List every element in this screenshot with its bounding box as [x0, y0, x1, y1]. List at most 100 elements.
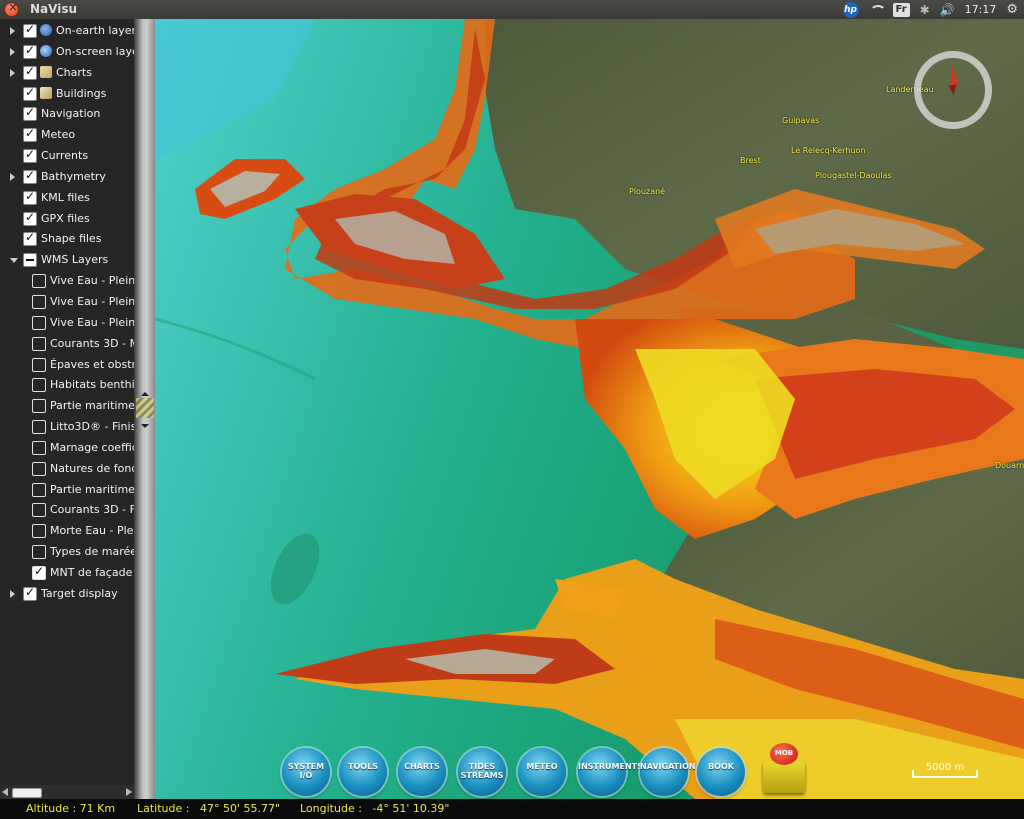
wms-layer-courants-3d-m[interactable]: Courants 3D - M: [0, 334, 134, 355]
expand-arrow-right-icon[interactable]: [10, 27, 15, 35]
layer-label: Épaves et obstr: [50, 357, 134, 371]
wms-layer-mnt-de-fa-ade[interactable]: MNT de façade: [0, 563, 134, 584]
scroll-right-arrow-icon[interactable]: [126, 788, 132, 796]
book-button[interactable]: BOOK: [697, 748, 745, 796]
splitter-collapse-down-icon[interactable]: [141, 424, 149, 428]
layer-checkbox[interactable]: [23, 585, 37, 601]
layer-checkbox[interactable]: [23, 43, 37, 59]
layer-label: Natures de fond: [50, 461, 134, 475]
splitter-collapse-up-icon[interactable]: [141, 392, 149, 396]
scroll-left-arrow-icon[interactable]: [2, 788, 8, 796]
bluetooth-icon[interactable]: ✱: [920, 3, 930, 17]
expand-arrow-right-icon[interactable]: [10, 68, 15, 77]
layer-checkbox[interactable]: [23, 105, 37, 122]
system-io-button[interactable]: SYSTEM I/O: [282, 748, 330, 796]
wms-layer-habitats-benthi[interactable]: Habitats benthi: [0, 375, 134, 396]
layer-checkbox[interactable]: [23, 85, 37, 101]
charts-button[interactable]: CHARTS: [398, 748, 446, 796]
clock[interactable]: 17:17: [965, 3, 997, 16]
wms-layer-morte-eau-ple[interactable]: Morte Eau - Ple: [0, 521, 134, 542]
tides-streams-button[interactable]: TIDES STREAMS: [458, 748, 506, 796]
wms-layer-partie-maritime[interactable]: Partie maritime: [0, 396, 134, 417]
expand-arrow-right-icon[interactable]: [10, 172, 15, 181]
mob-red-button-icon[interactable]: MOB: [770, 743, 798, 765]
settings-gear-icon[interactable]: ⚙: [1006, 2, 1018, 17]
tools-button[interactable]: TOOLS: [339, 748, 387, 796]
layer-navigation[interactable]: Navigation: [0, 104, 134, 125]
layer-label: Navigation: [41, 107, 101, 121]
layer-currents[interactable]: Currents: [0, 146, 134, 167]
wms-layer-partie-maritime[interactable]: Partie maritime: [0, 480, 134, 501]
instruments-button[interactable]: INSTRUMENTS: [578, 748, 643, 796]
wms-layer-types-de-mar-e[interactable]: Types de marée: [0, 542, 134, 563]
expand-arrow-right-icon[interactable]: [10, 47, 15, 56]
hp-icon[interactable]: hp: [842, 1, 859, 18]
meteo-button[interactable]: METEO: [518, 748, 566, 796]
layer-checkbox[interactable]: [32, 336, 46, 351]
layer-checkbox[interactable]: [23, 168, 37, 184]
wms-layer-vive-eau-plein[interactable]: Vive Eau - Plein: [0, 271, 134, 292]
bathymetry-map: [155, 19, 1024, 799]
system-tray: hp Fr ✱ 🔊 17:17 ⚙: [842, 0, 1024, 19]
layer-target-display[interactable]: Target display: [0, 584, 134, 605]
layer-checkbox[interactable]: [32, 524, 46, 539]
layer-checkbox[interactable]: [32, 545, 46, 560]
layer-label: Target display: [41, 586, 118, 600]
wifi-icon[interactable]: [869, 4, 886, 15]
layer-checkbox[interactable]: [23, 64, 37, 80]
place-label: Douarn: [995, 461, 1024, 470]
layer-checkbox[interactable]: [32, 294, 46, 309]
splitter-grip-icon[interactable]: [136, 398, 154, 418]
layer-checkbox[interactable]: [32, 482, 46, 497]
layer-bathymetry[interactable]: Bathymetry: [0, 167, 134, 188]
scrollbar-thumb[interactable]: [12, 788, 42, 798]
layer-on-screen-laye[interactable]: On-screen laye: [0, 42, 134, 63]
layer-charts[interactable]: Charts: [0, 63, 134, 84]
layer-checkbox[interactable]: [23, 22, 37, 38]
layer-on-earth-layer[interactable]: On-earth layer: [0, 21, 134, 42]
mob-base: [763, 761, 805, 793]
navigation-button[interactable]: NAVIGATION: [640, 748, 696, 796]
layer-checkbox[interactable]: [32, 440, 46, 455]
layer-label: On-screen laye: [56, 44, 134, 58]
wms-layer-marnage-coeffic[interactable]: Marnage coeffic: [0, 438, 134, 459]
man-overboard-button[interactable]: MOB: [761, 741, 807, 795]
volume-icon[interactable]: 🔊: [940, 3, 955, 17]
wms-layer-litto3d-finis[interactable]: Litto3D® - Finis: [0, 417, 134, 438]
layer-checkbox[interactable]: [23, 230, 37, 247]
layer-kml-files[interactable]: KML files: [0, 188, 134, 209]
wms-layer-courants-3d-f[interactable]: Courants 3D - F: [0, 500, 134, 521]
wms-layer-paves-et-obstr[interactable]: Épaves et obstr: [0, 355, 134, 376]
layer-checkbox[interactable]: [23, 126, 37, 143]
layer-checkbox[interactable]: [32, 378, 46, 393]
compass-north-needle: [947, 63, 959, 87]
layer-checkbox[interactable]: [32, 420, 46, 435]
layer-checkbox[interactable]: [32, 315, 46, 330]
layer-checkbox[interactable]: [32, 274, 46, 289]
layer-checkbox[interactable]: [23, 147, 37, 164]
wms-layer-vive-eau-plein[interactable]: Vive Eau - Plein: [0, 313, 134, 334]
layer-meteo[interactable]: Meteo: [0, 125, 134, 146]
wms-layer-natures-de-fond[interactable]: Natures de fond: [0, 459, 134, 480]
keyboard-language-indicator[interactable]: Fr: [892, 2, 910, 17]
wms-layer-vive-eau-plein[interactable]: Vive Eau - Plein: [0, 292, 134, 313]
layer-checkbox[interactable]: [23, 210, 37, 226]
layer-checkbox[interactable]: [23, 189, 37, 205]
close-window-button[interactable]: [5, 0, 18, 16]
layer-gpx-files[interactable]: GPX files: [0, 209, 134, 230]
layer-checkbox[interactable]: [23, 253, 37, 268]
layer-checkbox[interactable]: [32, 357, 46, 372]
layer-buildings[interactable]: Buildings: [0, 84, 134, 105]
layer-tree-horizontal-scrollbar[interactable]: [0, 785, 134, 799]
layer-checkbox[interactable]: [32, 564, 46, 580]
layer-wms-layers[interactable]: WMS Layers: [0, 250, 134, 271]
layer-checkbox[interactable]: [32, 461, 46, 476]
expand-arrow-right-icon[interactable]: [10, 589, 15, 598]
compass-icon[interactable]: [914, 51, 992, 129]
layer-checkbox[interactable]: [32, 503, 46, 518]
globe-map-view[interactable]: Landerneau Guipavas Le Relecq-Kerhuon Br…: [155, 19, 1024, 799]
layer-shape-files[interactable]: Shape files: [0, 229, 134, 250]
layer-checkbox[interactable]: [32, 399, 46, 414]
expand-arrow-down-icon[interactable]: [10, 258, 18, 264]
building-layer-icon: [40, 86, 52, 99]
